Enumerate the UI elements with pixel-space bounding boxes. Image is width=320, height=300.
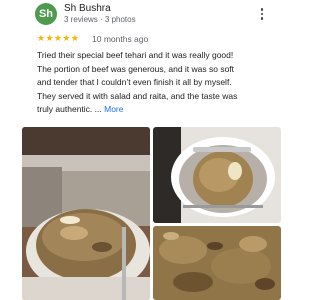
more-link[interactable]: More (104, 104, 123, 114)
tehari-mound-photo[interactable] (153, 127, 281, 223)
star-rating: ★★★★★ (37, 33, 80, 43)
reviewer-name[interactable]: Sh Bushra (64, 3, 111, 14)
review-text-line: Tried their special beef tehari and it w… (37, 50, 234, 60)
tehari-plate-photo[interactable] (22, 127, 150, 300)
review-date: 10 months ago (92, 34, 149, 44)
review-text-line: The portion of beef was generous, and it… (37, 63, 235, 74)
review-text-line: They served it with salad and raita, and… (37, 90, 238, 101)
review-text-line: truly authentic. ... More (37, 103, 267, 117)
more-vert-icon[interactable] (256, 6, 268, 22)
tehari-closeup-photo[interactable] (153, 226, 281, 300)
review-card: Sh Sh Bushra 3 reviews · 3 photos ★★★★★ … (0, 0, 300, 300)
review-text-line: and tender that I couldn’t even finish i… (37, 77, 232, 87)
reviewer-meta: 3 reviews · 3 photos (64, 15, 136, 24)
avatar[interactable]: Sh (35, 3, 57, 25)
review-text-last: truly authentic. ... (37, 104, 102, 114)
review-text: Tried their special beef tehari and it w… (37, 49, 267, 117)
